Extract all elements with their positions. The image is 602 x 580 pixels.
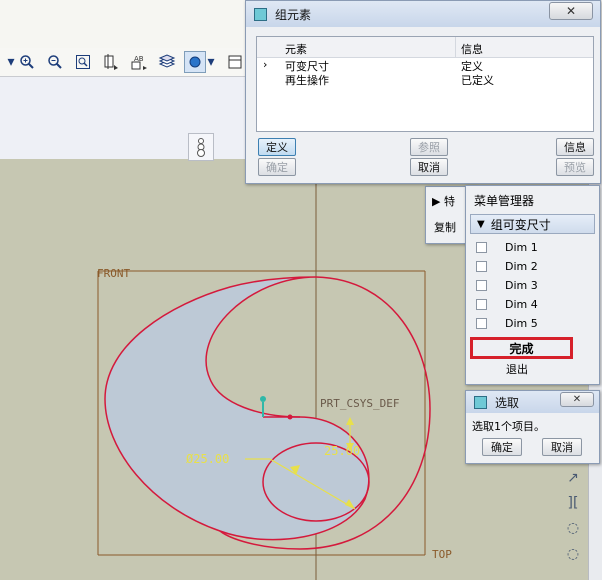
table-row[interactable]: 再生操作 已定义 xyxy=(257,72,593,87)
reference-button[interactable]: 参照 xyxy=(410,138,448,156)
cancel-button[interactable]: 取消 xyxy=(410,158,448,176)
menu-item-dim5[interactable]: Dim 5 xyxy=(466,314,594,333)
menu-item-dim4[interactable]: Dim 4 xyxy=(466,295,594,314)
zoom-out-icon[interactable] xyxy=(44,51,66,73)
figure-icon[interactable] xyxy=(188,133,214,161)
menu-manager: 菜单管理器 ▼ 组可变尺寸 Dim 1 Dim 2 Dim 3 Dim 4 Di… xyxy=(465,185,600,385)
bracket-icon[interactable]: ][ xyxy=(563,495,583,515)
feature-panel-header[interactable]: ▶ 特 xyxy=(432,193,455,209)
layers-icon[interactable] xyxy=(156,51,178,73)
refit-icon[interactable] xyxy=(72,51,94,73)
group-elements-dialog: 组元素 ✕ 元素 信息 › 可变尺寸 定义 再生操作 已定义 定义 参照 信息 … xyxy=(245,0,601,184)
col-element: 元素 xyxy=(285,43,307,56)
zoom-in-icon[interactable] xyxy=(16,51,38,73)
spin-center-icon[interactable] xyxy=(184,51,206,73)
linear-dimension[interactable]: 25.00 xyxy=(324,444,360,458)
dialog-icon xyxy=(254,7,267,21)
text-label-icon[interactable]: AB xyxy=(128,51,150,73)
dropdown-icon[interactable]: ▾ xyxy=(204,51,218,73)
menu-section-header[interactable]: ▼ 组可变尺寸 xyxy=(470,214,595,234)
checkbox[interactable] xyxy=(476,299,487,310)
col-info: 信息 xyxy=(461,43,483,56)
menu-item-dim2[interactable]: Dim 2 xyxy=(466,257,594,276)
checkbox[interactable] xyxy=(476,261,487,272)
collapse-icon: ▼ xyxy=(477,218,485,230)
copy-item[interactable]: 复制 xyxy=(434,219,456,235)
arrow-icon[interactable]: ↗ xyxy=(563,470,583,490)
csys-label: PRT_CSYS_DEF xyxy=(320,397,400,410)
preview-button[interactable]: 预览 xyxy=(556,158,594,176)
select-message: 选取1个项目。 xyxy=(472,420,545,433)
table-header: 元素 信息 xyxy=(257,37,593,58)
table-row[interactable]: › 可变尺寸 定义 xyxy=(257,58,593,73)
menu-item-dim1[interactable]: Dim 1 xyxy=(466,238,594,257)
checkbox[interactable] xyxy=(476,280,487,291)
diameter-dimension[interactable]: Ø25.00 xyxy=(186,452,229,466)
close-button[interactable]: ✕ xyxy=(560,392,594,407)
circle-tool-icon[interactable]: ◌ xyxy=(563,546,583,566)
elements-table: 元素 信息 › 可变尺寸 定义 再生操作 已定义 xyxy=(256,36,594,132)
info-button[interactable]: 信息 xyxy=(556,138,594,156)
window-icon[interactable] xyxy=(224,51,246,73)
datum-icon[interactable] xyxy=(100,51,122,73)
select-cancel-button[interactable]: 取消 xyxy=(542,438,582,456)
select-title: 选取 xyxy=(495,395,520,410)
menu-manager-title: 菜单管理器 xyxy=(474,194,535,208)
define-button[interactable]: 定义 xyxy=(258,138,296,156)
ok-button[interactable]: 确定 xyxy=(258,158,296,176)
done-menu-item[interactable]: 完成 xyxy=(470,337,573,359)
dialog-icon xyxy=(474,395,487,409)
menu-item-dim3[interactable]: Dim 3 xyxy=(466,276,594,295)
dialog-titlebar[interactable]: 组元素 xyxy=(246,1,600,27)
front-datum-label: FRONT xyxy=(97,267,131,280)
dialog-title: 组元素 xyxy=(275,7,312,22)
select-ok-button[interactable]: 确定 xyxy=(482,438,522,456)
select-dialog: 选取 ✕ 选取1个项目。 确定 取消 xyxy=(465,390,600,464)
circle-tool-icon[interactable]: ◌ xyxy=(563,520,583,540)
close-button[interactable]: ✕ xyxy=(549,2,593,20)
checkbox[interactable] xyxy=(476,242,487,253)
quit-menu-item[interactable]: 退出 xyxy=(506,361,528,377)
checkbox[interactable] xyxy=(476,318,487,329)
top-datum-label: TOP xyxy=(432,548,452,561)
